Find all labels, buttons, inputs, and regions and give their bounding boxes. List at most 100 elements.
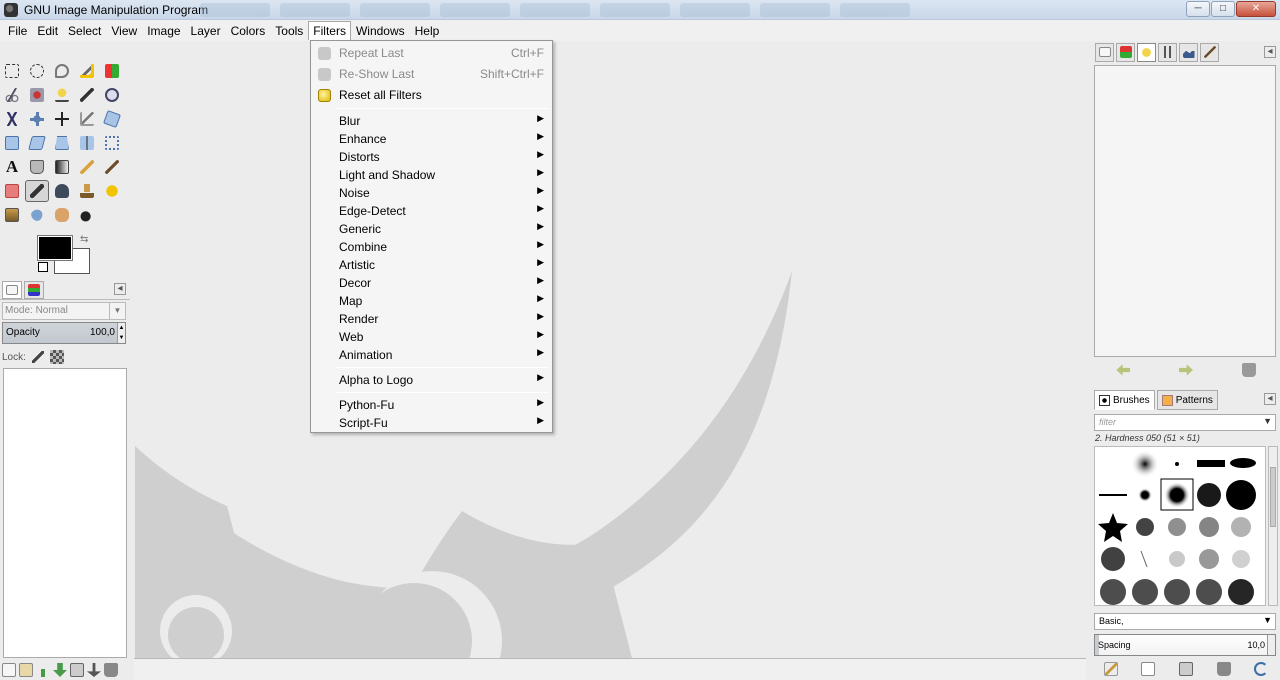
menu-edit[interactable]: Edit <box>32 21 63 41</box>
brush-thumb[interactable] <box>1197 460 1225 467</box>
edit-brush-icon[interactable] <box>1103 662 1118 676</box>
brush-scrollbar[interactable] <box>1268 446 1278 606</box>
lock-alpha-icon[interactable] <box>49 350 64 364</box>
brush-thumb[interactable] <box>1175 462 1179 466</box>
tab-histogram[interactable] <box>1179 42 1198 62</box>
menuitem-noise[interactable]: Noise ▶ <box>311 184 552 202</box>
anchor-layer-icon[interactable] <box>87 663 101 677</box>
maximize-button[interactable]: □ <box>1211 1 1235 17</box>
paths-panel[interactable] <box>1094 65 1276 357</box>
brush-thumb[interactable] <box>1199 517 1219 537</box>
zoom-tool[interactable] <box>100 84 124 106</box>
brush-thumb[interactable] <box>1140 550 1148 568</box>
brush-thumb[interactable] <box>1101 547 1125 571</box>
clear-history-icon[interactable] <box>1241 363 1256 377</box>
brush-thumb[interactable] <box>1164 579 1190 605</box>
default-colors-button[interactable] <box>38 262 48 272</box>
brush-preset-select[interactable]: Basic, ▼ <box>1094 613 1276 630</box>
menu-file[interactable]: File <box>3 21 32 41</box>
horizontal-scrollbar[interactable] <box>134 658 1086 680</box>
heal-tool[interactable] <box>100 180 124 202</box>
brush-thumb[interactable] <box>1138 488 1152 502</box>
perspective-tool[interactable] <box>50 132 74 154</box>
menuitem-combine[interactable]: Combine ▶ <box>311 238 552 256</box>
rotate-tool[interactable] <box>100 108 124 130</box>
brush-thumb[interactable] <box>1169 551 1185 567</box>
menuitem-blur[interactable]: Blur ▶ <box>311 112 552 130</box>
menuitem-reset-all-filters[interactable]: Reset all Filters <box>311 86 552 104</box>
bucket-fill-tool[interactable] <box>25 156 49 178</box>
menu-windows[interactable]: Windows <box>351 21 410 41</box>
shear-tool[interactable] <box>25 132 49 154</box>
select-by-color-tool[interactable] <box>100 60 124 82</box>
pencil-tool[interactable] <box>75 156 99 178</box>
layer-mode-select[interactable]: Mode: Normal ▼ <box>2 302 126 320</box>
tab-channels[interactable] <box>24 280 44 299</box>
duplicate-brush-icon[interactable] <box>1178 662 1193 676</box>
menuitem-python-fu[interactable]: Python-Fu ▶ <box>311 396 552 414</box>
minimize-button[interactable]: ─ <box>1186 1 1210 17</box>
brush-thumb[interactable] <box>1131 450 1159 478</box>
menuitem-reshow-last[interactable]: Re-Show Last Shift+Ctrl+F <box>311 65 552 83</box>
refresh-brushes-icon[interactable] <box>1254 662 1269 676</box>
foreground-color[interactable] <box>37 235 73 261</box>
menuitem-alpha-to-logo[interactable]: Alpha to Logo ▶ <box>311 371 552 389</box>
menuitem-decor[interactable]: Decor ▶ <box>311 274 552 292</box>
brush-thumb[interactable] <box>1232 550 1250 568</box>
menu-tools[interactable]: Tools <box>270 21 308 41</box>
lower-layer-icon[interactable] <box>53 663 67 677</box>
cage-transform-tool[interactable] <box>100 132 124 154</box>
menuitem-web[interactable]: Web ▶ <box>311 328 552 346</box>
raise-layer-icon[interactable] <box>36 663 50 677</box>
duplicate-layer-icon[interactable] <box>70 663 84 677</box>
brush-thumb[interactable] <box>1230 458 1256 468</box>
brush-thumb[interactable] <box>1098 513 1128 542</box>
lock-pixels-icon[interactable] <box>31 351 44 363</box>
opacity-spinner[interactable]: ▲ ▼ <box>117 323 125 343</box>
brush-thumb[interactable] <box>1199 549 1219 569</box>
menu-layer[interactable]: Layer <box>186 21 226 41</box>
brush-filter-input[interactable]: filter ▼ <box>1094 414 1276 431</box>
swap-colors-icon[interactable]: ⇆ <box>80 234 88 245</box>
redo-icon[interactable] <box>1178 364 1193 376</box>
brush-thumb[interactable] <box>1136 518 1154 536</box>
delete-brush-icon[interactable] <box>1216 662 1231 676</box>
menu-view[interactable]: View <box>106 21 142 41</box>
opacity-slider[interactable]: Opacity 100,0 ▲ ▼ <box>2 322 126 344</box>
menuitem-generic[interactable]: Generic ▶ <box>311 220 552 238</box>
measure-tool[interactable] <box>0 108 24 130</box>
menu-select[interactable]: Select <box>63 21 106 41</box>
close-button[interactable]: ✕ <box>1236 1 1276 17</box>
menu-filters[interactable]: Filters <box>308 21 351 40</box>
perspective-clone-tool[interactable] <box>0 204 24 226</box>
brush-thumb[interactable] <box>1100 579 1126 605</box>
clone-tool[interactable] <box>75 180 99 202</box>
new-layer-icon[interactable] <box>2 663 16 677</box>
menu-image[interactable]: Image <box>142 21 185 41</box>
spacing-slider[interactable]: Spacing 10,0 <box>1094 634 1276 656</box>
delete-layer-icon[interactable] <box>104 663 118 677</box>
crop-tool[interactable] <box>75 108 99 130</box>
chevron-down-icon[interactable]: ▼ <box>1263 416 1272 426</box>
menuitem-map[interactable]: Map ▶ <box>311 292 552 310</box>
undo-icon[interactable] <box>1116 364 1131 376</box>
paths-tool[interactable] <box>50 84 74 106</box>
tab-tool-options[interactable] <box>1158 42 1177 62</box>
dock-menu-icon[interactable]: ◂ <box>1264 46 1276 58</box>
tab-layers-right[interactable] <box>1095 42 1114 62</box>
menuitem-script-fu[interactable]: Script-Fu ▶ <box>311 414 552 432</box>
rect-select-tool[interactable] <box>0 60 24 82</box>
eraser-tool[interactable] <box>0 180 24 202</box>
airbrush-tool[interactable] <box>25 180 49 202</box>
tab-layers[interactable] <box>2 280 22 299</box>
dock-menu-icon[interactable]: ◂ <box>1264 393 1276 405</box>
tab-paths[interactable] <box>1137 42 1156 62</box>
brush-thumb[interactable] <box>1168 518 1186 536</box>
menuitem-edge-detect[interactable]: Edge-Detect ▶ <box>311 202 552 220</box>
menuitem-light-and-shadow[interactable]: Light and Shadow ▶ <box>311 166 552 184</box>
color-picker-tool[interactable] <box>75 84 99 106</box>
blur-sharpen-tool[interactable] <box>25 204 49 226</box>
brush-thumb[interactable] <box>1197 483 1221 507</box>
brush-thumb[interactable] <box>1164 482 1190 508</box>
tab-brush-editor[interactable] <box>1200 42 1219 62</box>
